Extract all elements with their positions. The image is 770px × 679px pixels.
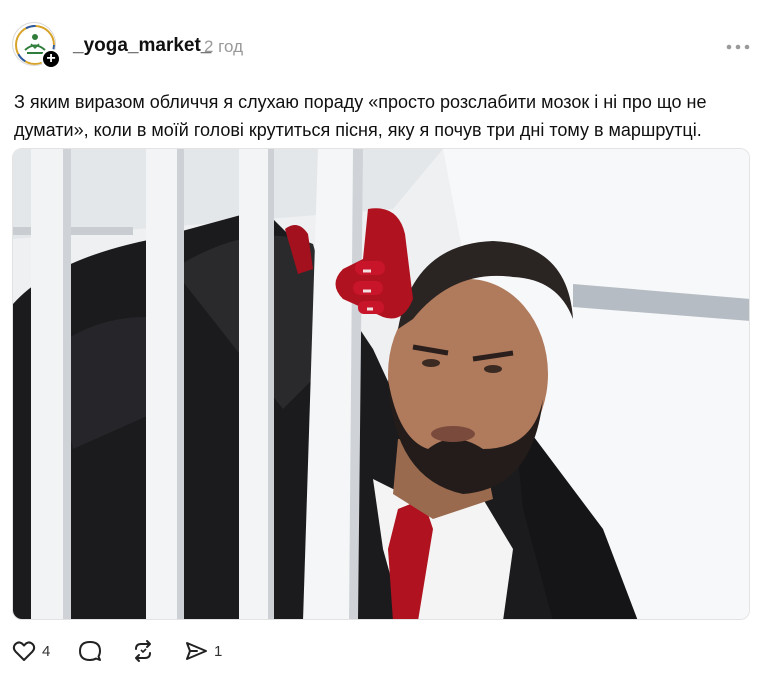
post-card: + _yoga_market_ 2 год З яким виразом обл… [0,0,770,679]
comment-icon [79,641,101,661]
follow-plus-icon[interactable]: + [41,49,61,69]
repost-icon [135,640,151,662]
share-count: 1 [214,642,223,660]
comment-button[interactable] [78,636,102,666]
share-button[interactable]: 1 [184,636,222,666]
heart-icon [12,641,36,661]
repost-button[interactable] [131,636,155,666]
post-caption: З яким виразом обличчя я слухаю пораду «… [14,92,707,140]
like-count: 4 [42,642,51,660]
photo-man-behind-bars [13,149,749,619]
post-image[interactable] [12,148,750,620]
action-bar: 4 1 [12,636,312,666]
like-button[interactable]: 4 [12,636,50,666]
avatar-container[interactable]: + [12,22,61,69]
share-icon [186,642,207,660]
more-options-icon[interactable] [725,37,751,57]
username[interactable]: _yoga_market_ [73,35,211,57]
post-time[interactable]: 2 год [204,37,243,57]
